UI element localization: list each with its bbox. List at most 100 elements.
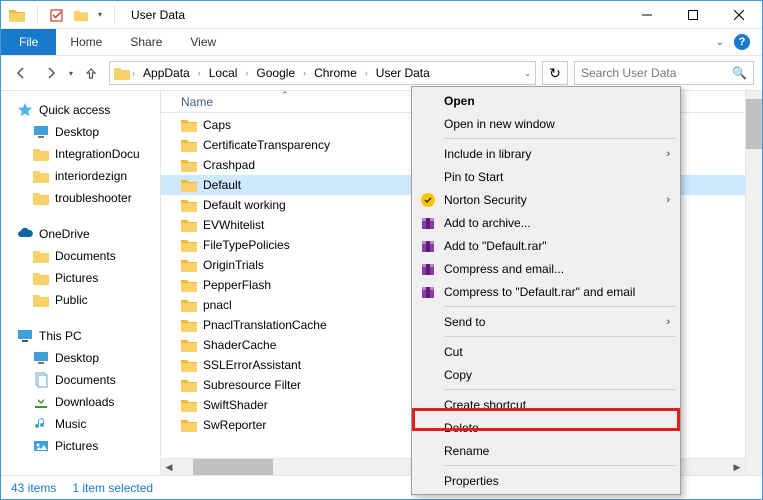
- folder-icon: [181, 138, 197, 152]
- ctx-open-new-window[interactable]: Open in new window: [414, 112, 678, 135]
- ctx-properties[interactable]: Properties: [414, 469, 678, 492]
- tab-view[interactable]: View: [176, 29, 230, 55]
- refresh-button[interactable]: ↻: [542, 61, 568, 85]
- file-name: Subresource Filter: [203, 378, 301, 392]
- download-icon: [33, 394, 49, 410]
- folder-icon: [33, 292, 49, 308]
- ctx-add-default-rar[interactable]: Add to "Default.rar": [414, 234, 678, 257]
- scroll-left-icon[interactable]: ◀: [161, 459, 177, 475]
- search-input[interactable]: Search User Data 🔍: [574, 61, 754, 85]
- file-name: Default: [203, 178, 241, 192]
- ctx-send-to[interactable]: Send to›: [414, 310, 678, 333]
- sidebar-item[interactable]: Public: [1, 289, 160, 311]
- ctx-norton[interactable]: Norton Security›: [414, 188, 678, 211]
- folder-icon: [181, 198, 197, 212]
- sidebar-item-desktop[interactable]: Desktop: [1, 347, 160, 369]
- sidebar-item[interactable]: troubleshooter: [1, 187, 160, 209]
- scrollbar-thumb[interactable]: [193, 459, 273, 475]
- sidebar-this-pc[interactable]: This PC: [1, 325, 160, 347]
- ctx-delete[interactable]: Delete: [414, 416, 678, 439]
- ctx-rename[interactable]: Rename: [414, 439, 678, 462]
- submenu-arrow-icon: ›: [666, 316, 670, 328]
- ctx-cut[interactable]: Cut: [414, 340, 678, 363]
- folder-icon: [33, 248, 49, 264]
- window-title: User Data: [125, 8, 185, 22]
- ribbon-tabs: File Home Share View ⌄ ?: [1, 29, 762, 55]
- status-item-count: 43 items: [11, 481, 56, 495]
- ctx-create-shortcut[interactable]: Create shortcut: [414, 393, 678, 416]
- folder-icon: [33, 168, 49, 184]
- forward-button[interactable]: [39, 61, 63, 85]
- file-name: ShaderCache: [203, 338, 276, 352]
- file-name: PepperFlash: [203, 278, 271, 292]
- sidebar-item[interactable]: Documents: [1, 245, 160, 267]
- sidebar-item-documents[interactable]: Documents: [1, 369, 160, 391]
- file-name: CertificateTransparency: [203, 138, 330, 152]
- folder-icon: [181, 418, 197, 432]
- folder-icon: [181, 398, 197, 412]
- scrollbar-thumb[interactable]: [746, 99, 762, 149]
- ctx-open[interactable]: Open: [414, 89, 678, 112]
- up-button[interactable]: [79, 61, 103, 85]
- file-name: EVWhitelist: [203, 218, 264, 232]
- sidebar-onedrive[interactable]: OneDrive: [1, 223, 160, 245]
- sidebar-item[interactable]: interiordezign: [1, 165, 160, 187]
- ctx-compress-email[interactable]: Compress and email...: [414, 257, 678, 280]
- qat-icon[interactable]: [50, 8, 64, 22]
- search-icon: 🔍: [732, 66, 747, 80]
- qat-dropdown-icon[interactable]: ▾: [98, 10, 102, 19]
- breadcrumb[interactable]: Google: [250, 66, 301, 80]
- maximize-button[interactable]: [670, 1, 716, 29]
- sidebar-quick-access[interactable]: Quick access: [1, 99, 160, 121]
- help-icon[interactable]: ?: [734, 34, 750, 50]
- minimize-button[interactable]: [624, 1, 670, 29]
- tab-share[interactable]: Share: [116, 29, 176, 55]
- tab-file[interactable]: File: [1, 29, 56, 55]
- folder-icon: [33, 190, 49, 206]
- back-button[interactable]: [9, 61, 33, 85]
- history-dropdown-icon[interactable]: ▾: [69, 69, 73, 78]
- norton-icon: [420, 192, 436, 208]
- close-button[interactable]: [716, 1, 762, 29]
- breadcrumb[interactable]: AppData: [137, 66, 196, 80]
- sidebar-item-pictures[interactable]: Pictures: [1, 435, 160, 457]
- file-name: Caps: [203, 118, 231, 132]
- breadcrumb[interactable]: User Data: [370, 66, 436, 80]
- tab-home[interactable]: Home: [56, 29, 116, 55]
- folder-icon: [181, 158, 197, 172]
- sidebar-item[interactable]: Pictures: [1, 267, 160, 289]
- file-name: Crashpad: [203, 158, 255, 172]
- breadcrumb[interactable]: Local: [203, 66, 244, 80]
- documents-icon: [33, 372, 49, 388]
- winrar-icon: [420, 215, 436, 231]
- pc-icon: [17, 328, 33, 344]
- file-name: SSLErrorAssistant: [203, 358, 301, 372]
- submenu-arrow-icon: ›: [666, 194, 670, 206]
- scroll-right-icon[interactable]: ▶: [729, 459, 745, 475]
- folder-icon: [181, 278, 197, 292]
- ribbon-expand-icon[interactable]: ⌄: [716, 37, 724, 48]
- desktop-icon: [33, 350, 49, 366]
- folder-icon: [181, 318, 197, 332]
- context-menu: Open Open in new window Include in libra…: [411, 86, 681, 495]
- ctx-copy[interactable]: Copy: [414, 363, 678, 386]
- sidebar-item-downloads[interactable]: Downloads: [1, 391, 160, 413]
- file-name: pnacl: [203, 298, 232, 312]
- scrollbar-vertical[interactable]: [745, 91, 762, 475]
- ctx-include-library[interactable]: Include in library›: [414, 142, 678, 165]
- sidebar-item[interactable]: IntegrationDocu: [1, 143, 160, 165]
- folder-icon: [114, 66, 130, 80]
- sidebar-item-desktop[interactable]: Desktop: [1, 121, 160, 143]
- sort-caret-icon: ⌃: [281, 91, 289, 101]
- file-name: SwReporter: [203, 418, 266, 432]
- desktop-icon: [33, 124, 49, 140]
- ctx-pin-start[interactable]: Pin to Start: [414, 165, 678, 188]
- sidebar-item-music[interactable]: Music: [1, 413, 160, 435]
- ctx-compress-default-email[interactable]: Compress to "Default.rar" and email: [414, 280, 678, 303]
- breadcrumb[interactable]: Chrome: [308, 66, 363, 80]
- address-bar[interactable]: › AppData› Local› Google› Chrome› User D…: [109, 61, 536, 85]
- file-name: PnaclTranslationCache: [203, 318, 327, 332]
- ctx-add-archive[interactable]: Add to archive...: [414, 211, 678, 234]
- address-dropdown-icon[interactable]: ⌄: [524, 69, 531, 78]
- folder-icon: [181, 338, 197, 352]
